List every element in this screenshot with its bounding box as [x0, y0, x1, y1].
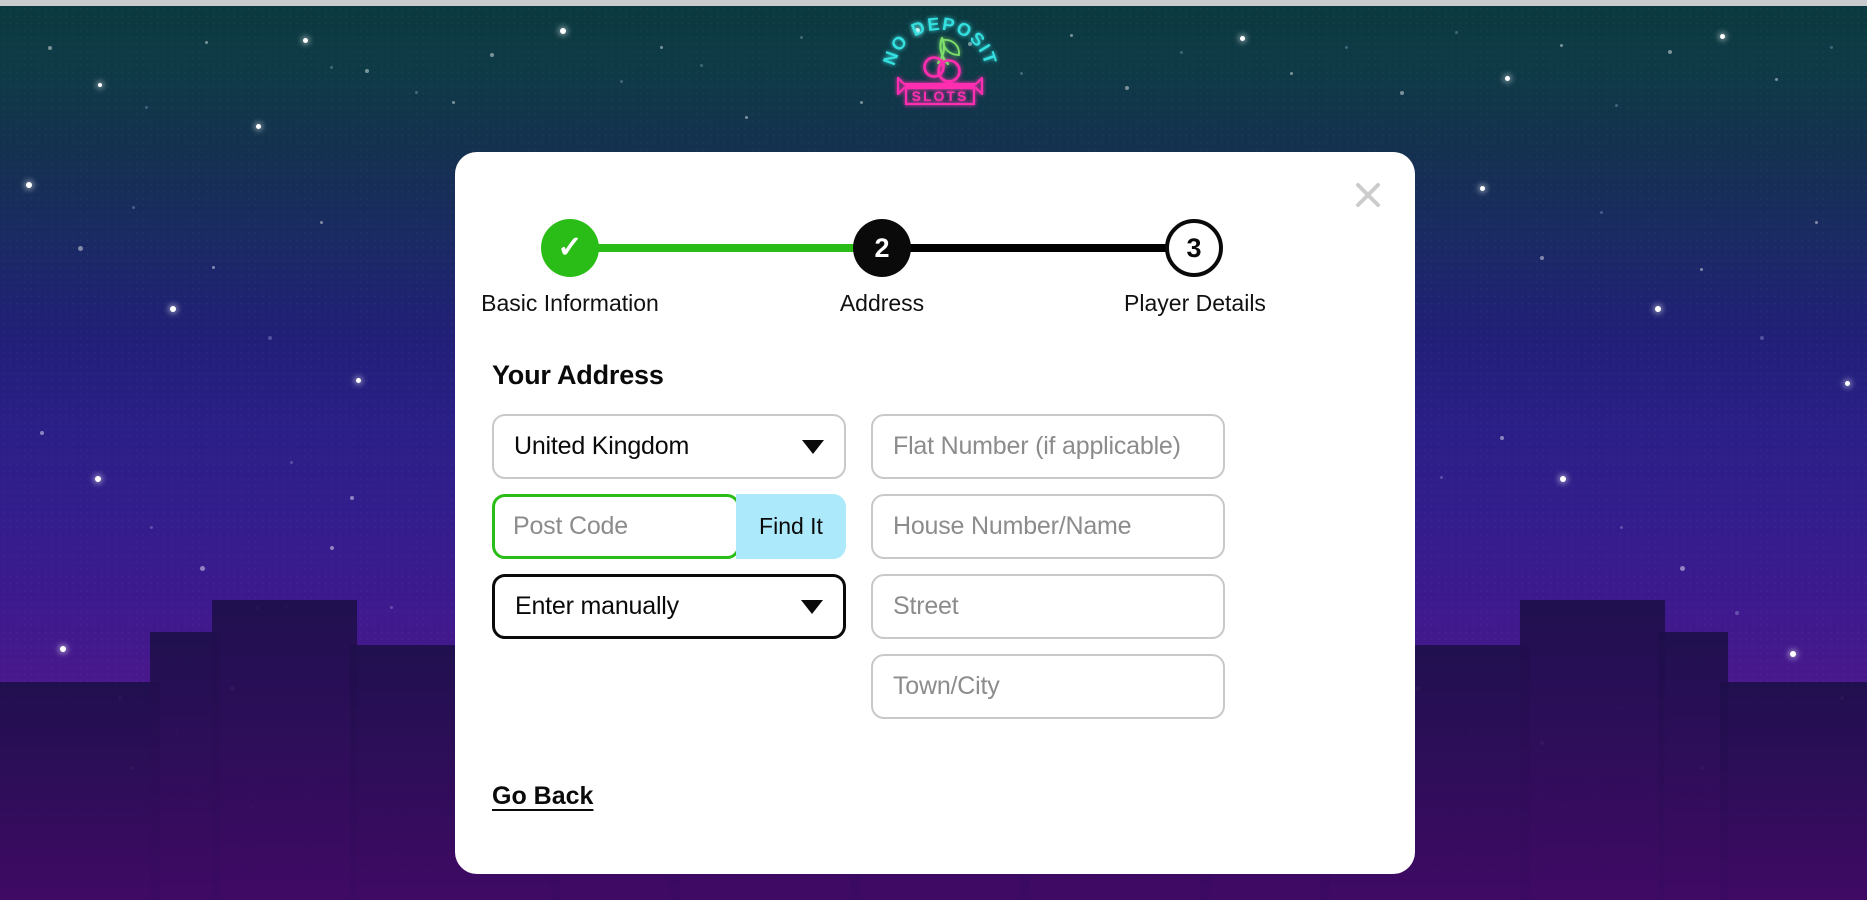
town-city-placeholder: Town/City	[893, 672, 1000, 700]
chevron-down-icon	[801, 599, 823, 614]
step-node-2[interactable]: 2	[853, 219, 911, 277]
flat-number-placeholder: Flat Number (if applicable)	[893, 432, 1181, 460]
registration-modal: ✓ 2 3 Basic Information Address Player D…	[455, 152, 1415, 874]
svg-text:SLOTS: SLOTS	[912, 88, 969, 104]
step-label-player-details: Player Details	[1124, 290, 1266, 316]
address-left-column: United Kingdom Post Code Find It Enter m…	[492, 414, 846, 654]
country-select-value: United Kingdom	[514, 432, 690, 460]
step-number-3: 3	[1186, 232, 1202, 263]
page-root: NO DEPOSIT SLOTS ✓ 2 3 Basic Information…	[0, 0, 1867, 900]
step-progress-bar: ✓ 2 3 Basic Information Address Player D…	[455, 200, 1415, 330]
browser-top-strip	[0, 0, 1867, 6]
step-connector-completed	[570, 244, 890, 252]
site-logo[interactable]: NO DEPOSIT SLOTS	[879, 8, 1000, 110]
flat-number-input[interactable]: Flat Number (if applicable)	[871, 414, 1225, 479]
address-mode-value: Enter manually	[515, 592, 679, 620]
step-label-address: Address	[839, 290, 925, 316]
step-label-basic-information: Basic Information	[481, 290, 659, 316]
country-select[interactable]: United Kingdom	[492, 414, 846, 479]
address-mode-select[interactable]: Enter manually	[492, 574, 846, 639]
check-icon: ✓	[557, 231, 583, 264]
go-back-link[interactable]: Go Back	[492, 782, 593, 811]
street-placeholder: Street	[893, 592, 959, 620]
step-node-1[interactable]: ✓	[541, 219, 599, 277]
postcode-placeholder: Post Code	[513, 512, 628, 540]
step-node-3[interactable]: 3	[1165, 219, 1223, 277]
step-number-2: 2	[874, 232, 890, 263]
chevron-down-icon	[802, 439, 824, 454]
page-title: Your Address	[492, 360, 664, 390]
postcode-lookup-row: Post Code Find It	[492, 494, 846, 559]
step-connector-pending	[882, 244, 1202, 252]
street-input[interactable]: Street	[871, 574, 1225, 639]
address-right-column: Flat Number (if applicable) House Number…	[871, 414, 1225, 734]
house-number-placeholder: House Number/Name	[893, 512, 1132, 540]
house-number-input[interactable]: House Number/Name	[871, 494, 1225, 559]
postcode-input[interactable]: Post Code	[492, 494, 740, 559]
town-city-input[interactable]: Town/City	[871, 654, 1225, 719]
find-it-button[interactable]: Find It	[736, 494, 846, 559]
